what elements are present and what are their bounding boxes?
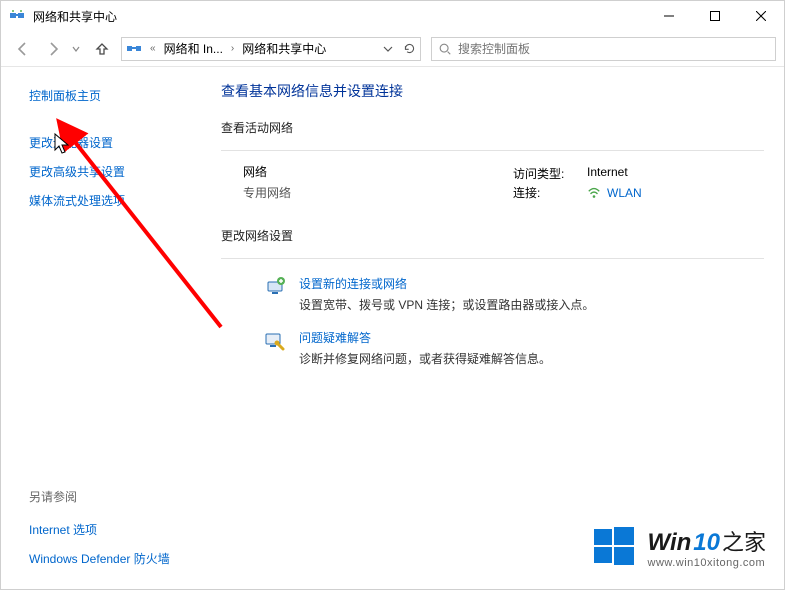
breadcrumb-label-1: 网络和 In... [164,40,223,57]
setup-new-connection-link[interactable]: 设置新的连接或网络 [299,275,594,292]
control-panel-icon [126,41,142,57]
troubleshoot-link[interactable]: 问题疑难解答 [299,329,551,346]
connection-link[interactable]: WLAN [587,184,642,201]
access-type-value: Internet [587,165,628,182]
forward-button[interactable] [39,35,67,63]
sidebar-link-media-streaming[interactable]: 媒体流式处理选项 [29,192,201,209]
window-title: 网络和共享中心 [33,8,646,25]
maximize-button[interactable] [692,1,738,31]
network-type: 专用网络 [243,184,513,201]
connection-value: WLAN [607,186,642,200]
troubleshoot-desc: 诊断并修复网络问题，或者获得疑难解答信息。 [299,350,551,367]
back-button[interactable] [9,35,37,63]
breadcrumb-item-1[interactable]: 网络和 In... [164,40,223,57]
change-settings-header: 更改网络设置 [221,227,764,244]
chevron-right-icon[interactable]: › [227,43,238,54]
app-icon [9,8,25,24]
refresh-icon[interactable] [403,42,416,55]
setup-new-connection-desc: 设置宽带、拨号或 VPN 连接；或设置路由器或接入点。 [299,296,594,313]
minimize-button[interactable] [646,1,692,31]
control-panel-home-link[interactable]: 控制面板主页 [29,87,201,104]
network-name: 网络 [243,163,513,180]
history-dropdown[interactable] [69,35,83,63]
breadcrumb-item-2[interactable]: 网络和共享中心 [242,40,326,57]
troubleshoot-icon [263,329,287,353]
titlebar: 网络和共享中心 [1,1,784,31]
address-bar[interactable]: « 网络和 In... › 网络和共享中心 [121,37,421,61]
search-input[interactable] [458,42,769,56]
breadcrumb-root[interactable]: « [146,43,160,54]
up-button[interactable] [89,36,115,62]
divider [221,150,764,151]
access-type-label: 访问类型: [513,165,569,182]
see-also-internet-options[interactable]: Internet 选项 [29,521,201,538]
active-networks-header: 查看活动网络 [221,119,764,136]
sidebar-link-advanced-sharing[interactable]: 更改高级共享设置 [29,163,201,180]
connection-label: 连接: [513,184,569,201]
wifi-icon [587,186,601,200]
page-heading: 查看基本网络信息并设置连接 [221,81,764,101]
address-dropdown-icon[interactable] [383,44,393,54]
window-controls [646,1,784,31]
close-button[interactable] [738,1,784,31]
divider [221,258,764,259]
see-also-defender-firewall[interactable]: Windows Defender 防火墙 [29,550,201,567]
toolbar: « 网络和 In... › 网络和共享中心 [1,31,784,67]
see-also-label: 另请参阅 [29,488,201,505]
search-box[interactable] [431,37,776,61]
sidebar-link-adapter-settings[interactable]: 更改适配器设置 [29,134,201,151]
breadcrumb-label-2: 网络和共享中心 [242,40,326,57]
sidebar: 控制面板主页 更改适配器设置 更改高级共享设置 媒体流式处理选项 另请参阅 In… [1,67,201,589]
content-area: 查看基本网络信息并设置连接 查看活动网络 网络 专用网络 访问类型: Inter… [201,67,784,589]
search-icon [438,42,452,56]
new-connection-icon [263,275,287,299]
